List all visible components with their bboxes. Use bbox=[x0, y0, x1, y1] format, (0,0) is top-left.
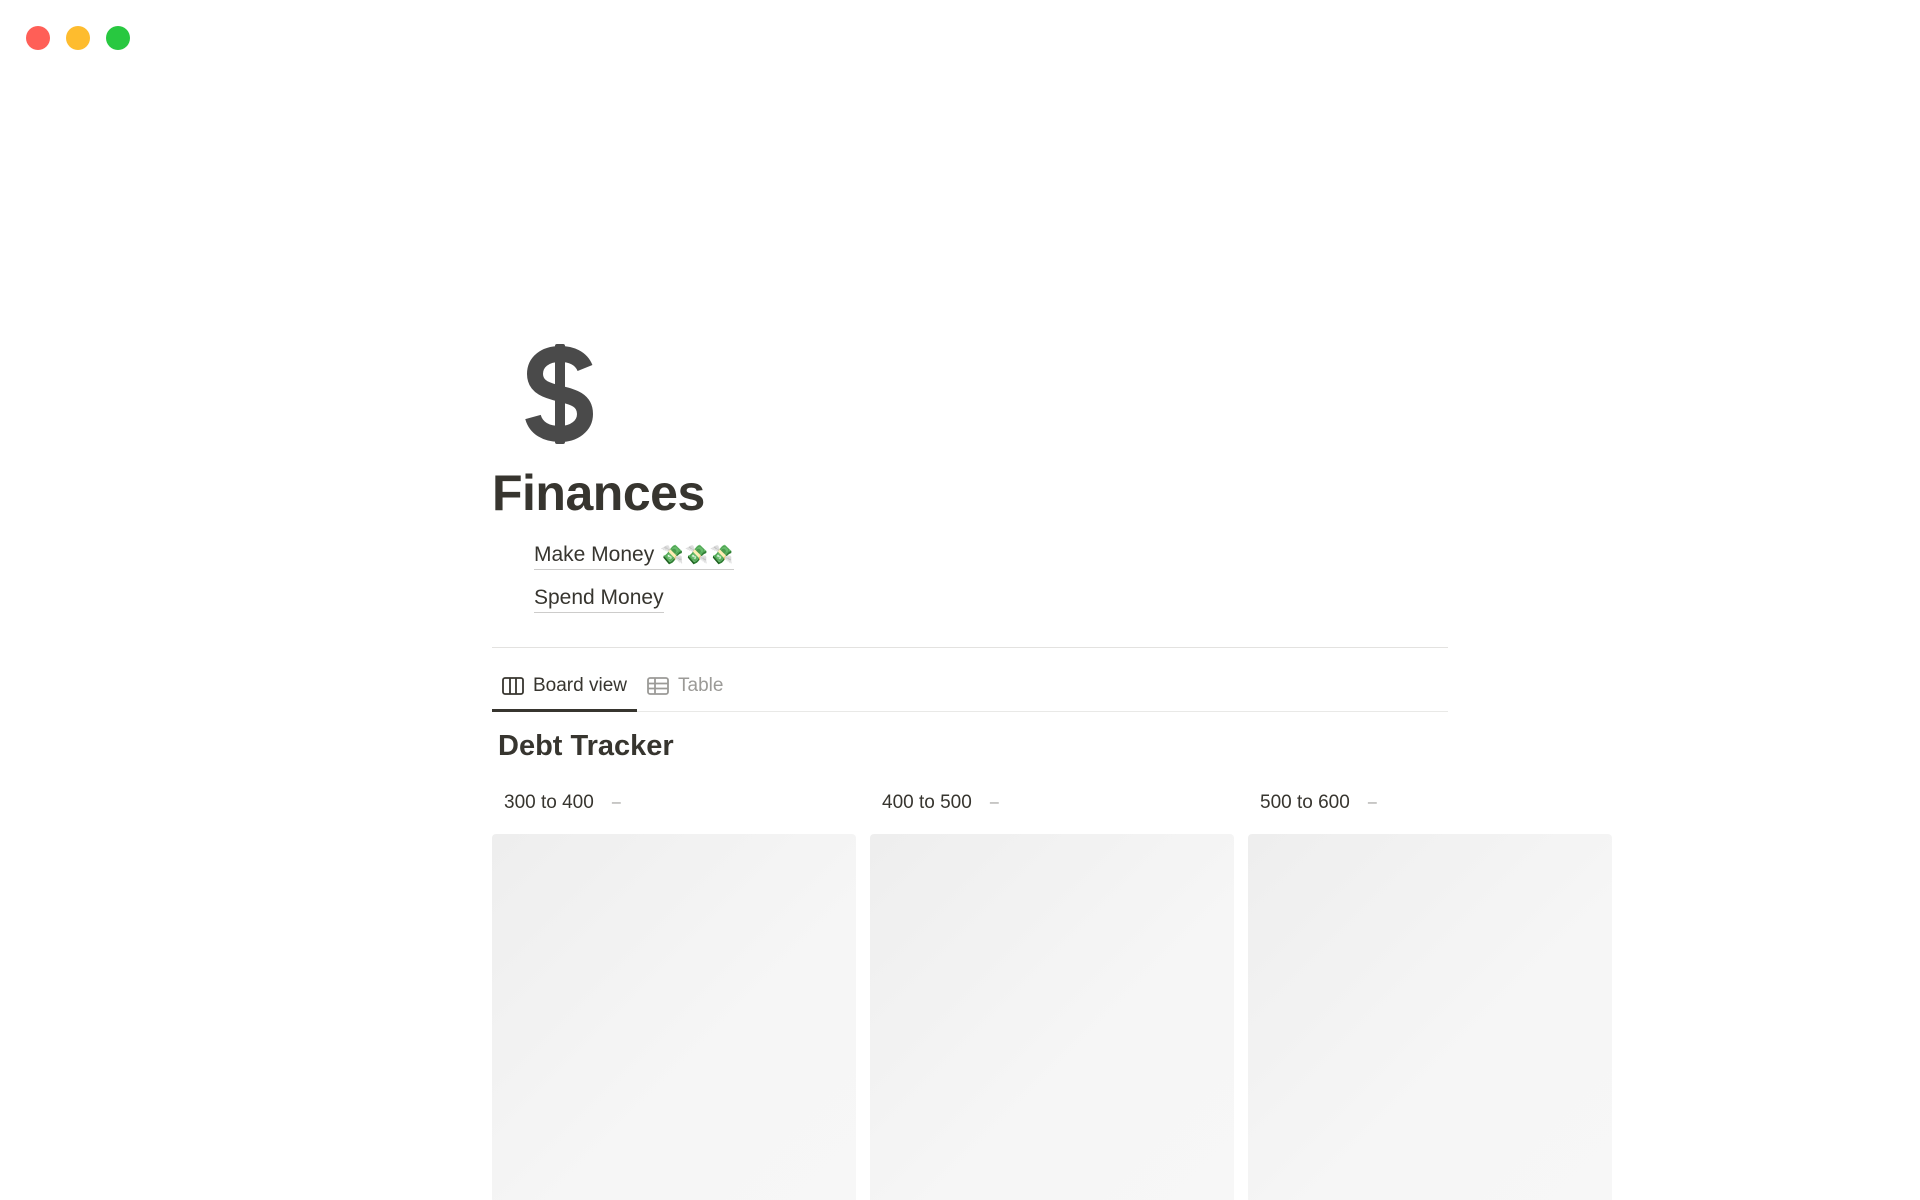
board: 300 to 400 – 400 to 500 – 500 to 600 – bbox=[492, 781, 1617, 1200]
board-column: 400 to 500 – bbox=[870, 781, 1234, 1200]
app-window: Finances Make Money 💸💸💸 Spend Money Boar… bbox=[0, 0, 1920, 1200]
column-count: – bbox=[1367, 794, 1377, 811]
board-icon bbox=[502, 677, 524, 695]
make-money-link[interactable]: Make Money 💸💸💸 bbox=[534, 543, 735, 570]
column-body[interactable] bbox=[492, 834, 856, 1200]
board-column: 300 to 400 – bbox=[492, 781, 856, 1200]
link-row-spend-money: Spend Money bbox=[534, 586, 1448, 629]
close-window-button[interactable] bbox=[26, 26, 50, 50]
tab-table[interactable]: Table bbox=[637, 647, 733, 711]
table-icon bbox=[647, 677, 669, 695]
column-header[interactable]: 500 to 600 – bbox=[1248, 781, 1612, 825]
column-count: – bbox=[989, 794, 999, 811]
tab-table-label: Table bbox=[678, 675, 724, 696]
view-tabs: Board view Table bbox=[492, 648, 1448, 712]
column-body[interactable] bbox=[1248, 834, 1612, 1200]
column-label: 400 to 500 bbox=[882, 792, 972, 813]
money-with-wings-icon: 💸💸💸 bbox=[660, 545, 735, 566]
make-money-label: Make Money bbox=[534, 543, 655, 566]
minimize-window-button[interactable] bbox=[66, 26, 90, 50]
page-content: Finances Make Money 💸💸💸 Spend Money Boar… bbox=[492, 340, 1612, 1200]
window-controls bbox=[26, 26, 130, 50]
zoom-window-button[interactable] bbox=[106, 26, 130, 50]
spend-money-link[interactable]: Spend Money bbox=[534, 586, 664, 613]
tab-board-view[interactable]: Board view bbox=[492, 647, 637, 712]
board-column: 500 to 600 – bbox=[1248, 781, 1612, 1200]
database-title[interactable]: Debt Tracker bbox=[498, 730, 1448, 763]
link-row-make-money: Make Money 💸💸💸 bbox=[534, 543, 1448, 586]
column-header[interactable]: 400 to 500 – bbox=[870, 781, 1234, 825]
spend-money-label: Spend Money bbox=[534, 586, 664, 609]
column-label: 500 to 600 bbox=[1260, 792, 1350, 813]
dollar-sign-icon[interactable] bbox=[506, 340, 614, 448]
page-title: Finances bbox=[492, 465, 705, 521]
column-label: 300 to 400 bbox=[504, 792, 594, 813]
tab-board-view-label: Board view bbox=[533, 675, 627, 696]
column-count: – bbox=[611, 794, 621, 811]
column-body[interactable] bbox=[870, 834, 1234, 1200]
page-links: Make Money 💸💸💸 Spend Money bbox=[534, 543, 1448, 629]
column-header[interactable]: 300 to 400 – bbox=[492, 781, 856, 825]
